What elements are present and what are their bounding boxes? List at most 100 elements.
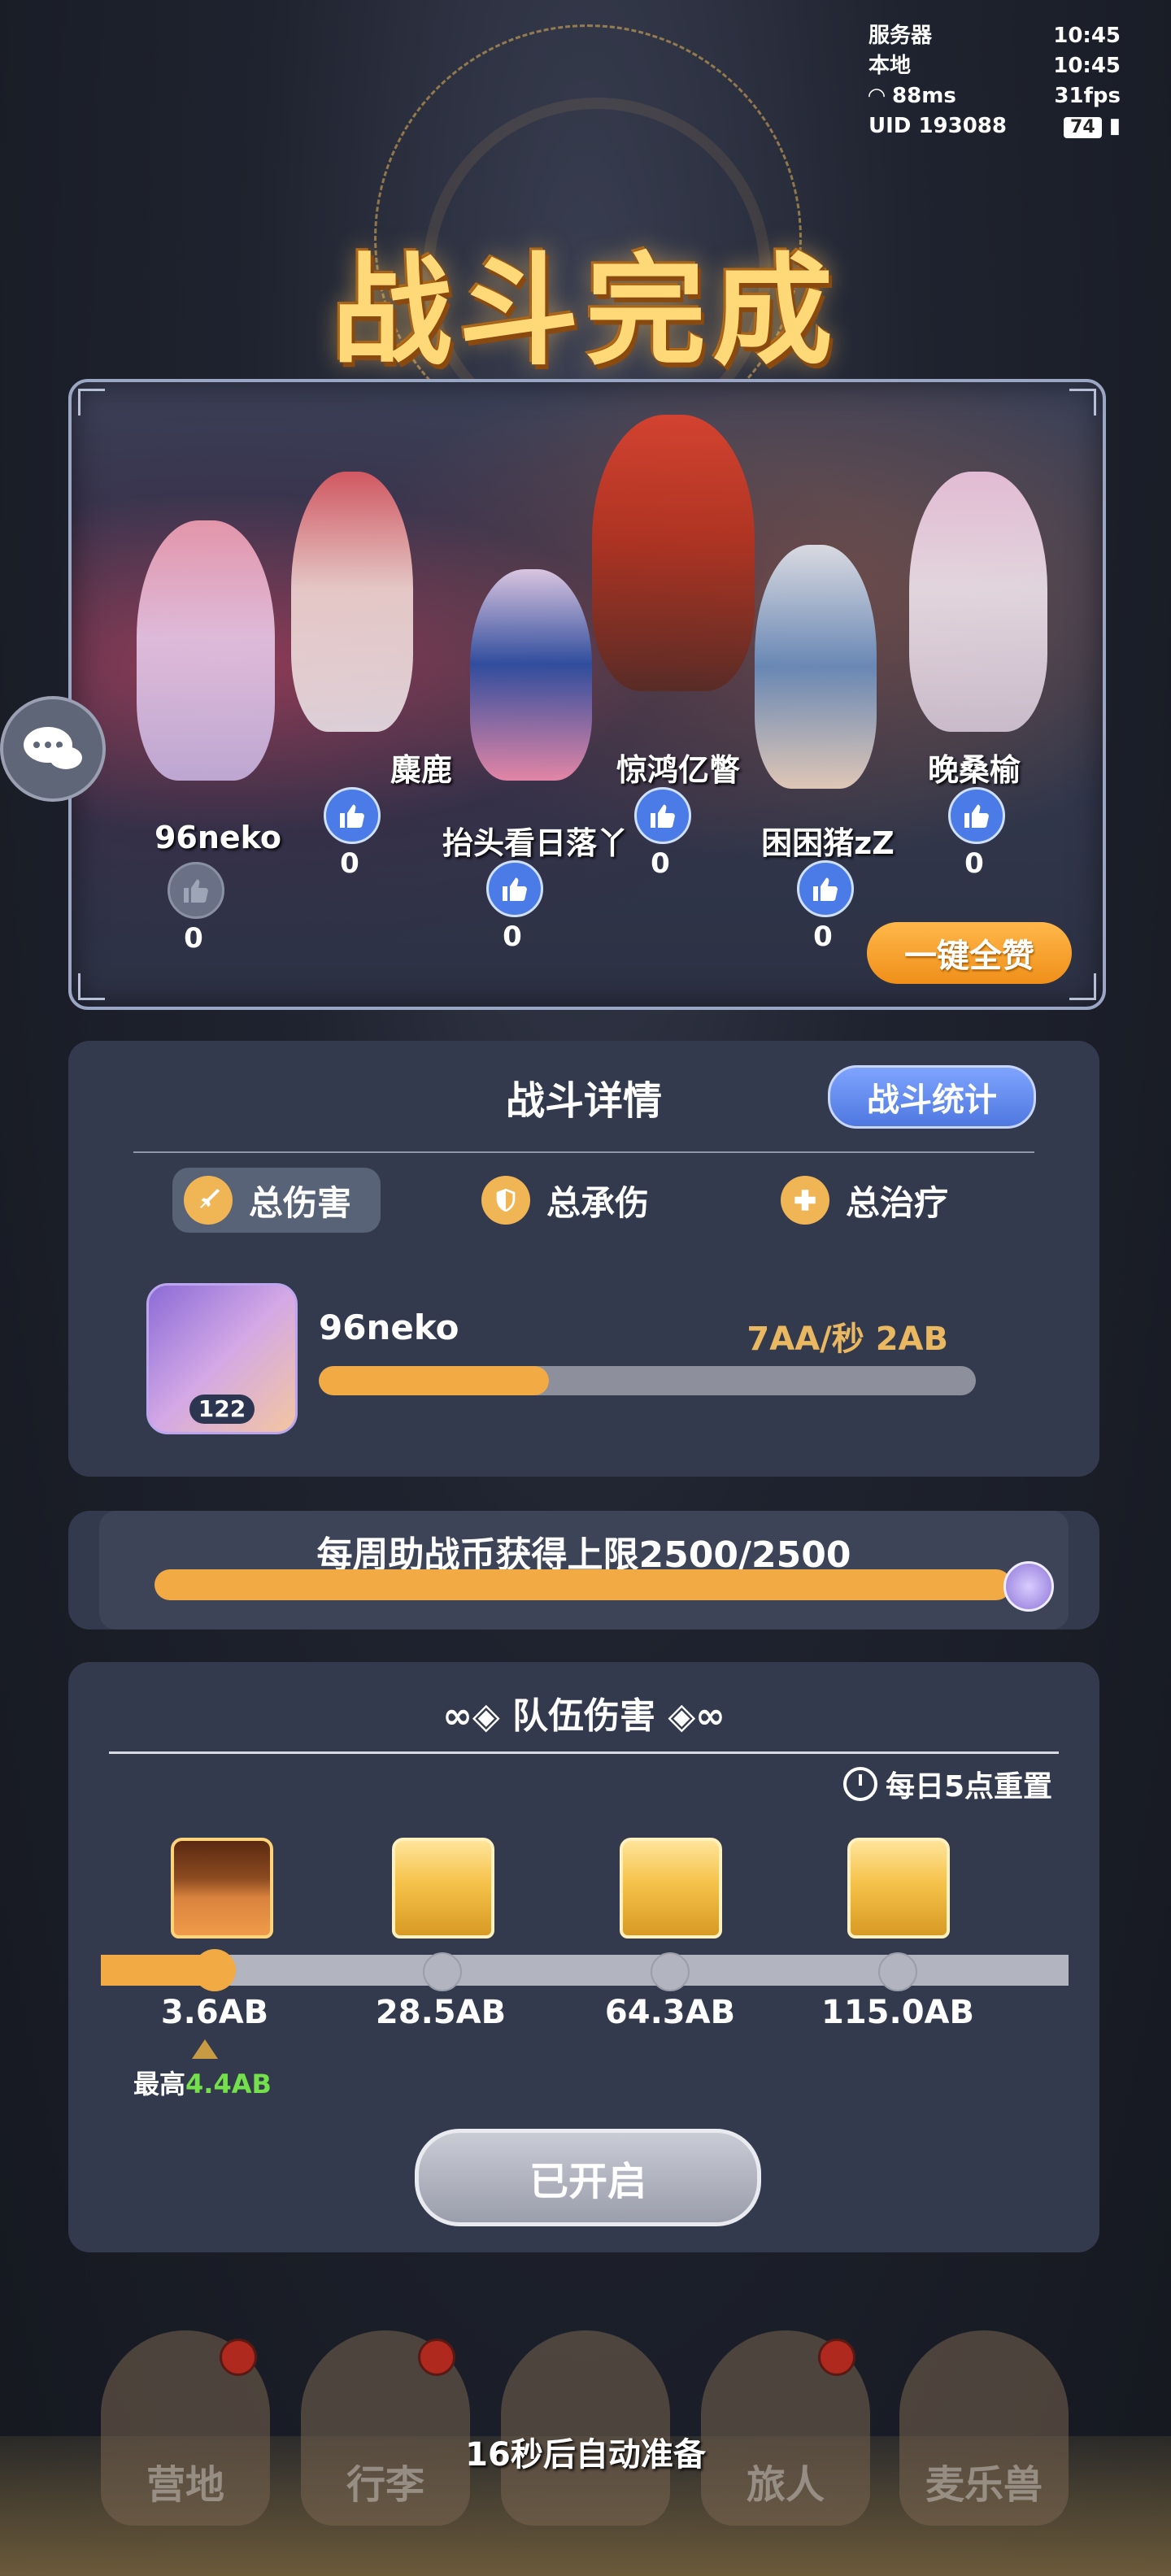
battle-details-panel: 战斗详情 战斗统计 总伤害 总承伤 总治疗 122 96neko 7AA/秒 2… <box>68 1041 1099 1477</box>
like-button[interactable] <box>634 787 691 844</box>
daily-reset-note: 每日5点重置 <box>842 1763 1052 1805</box>
notification-dot <box>818 2339 855 2376</box>
heal-cross-icon <box>781 1176 829 1225</box>
player-damage-stats: 7AA/秒 2AB <box>747 1312 948 1360</box>
tab-label: 总治疗 <box>846 1182 949 1223</box>
notification-dot <box>220 2339 257 2376</box>
damage-bar-fill <box>319 1366 549 1395</box>
member-name: 抬头看日落丫 <box>442 825 628 861</box>
team-title-label: 队伍伤害 <box>512 1695 655 1737</box>
reset-label: 每日5点重置 <box>885 1770 1052 1804</box>
player-dps: 7AA/秒 <box>747 1321 864 1358</box>
character-sprite[interactable] <box>291 472 413 732</box>
divider <box>133 1151 1034 1153</box>
best-marker-icon <box>192 2039 218 2059</box>
notification-dot <box>418 2339 455 2376</box>
reward-chest[interactable] <box>620 1838 722 1939</box>
opened-button[interactable]: 已开启 <box>415 2129 761 2226</box>
milestone-node-reached <box>194 1949 236 1991</box>
status-overlay: 服务器 10:45 本地 10:45 ◠ 88ms 31fps UID 193088 7… <box>868 21 1121 141</box>
chat-icon <box>24 727 82 769</box>
shield-icon <box>481 1176 530 1225</box>
panel-corner <box>1069 389 1096 416</box>
wifi-icon: ◠ <box>868 84 893 108</box>
server-label: 服务器 <box>868 24 933 48</box>
damage-bar <box>319 1366 976 1395</box>
uid-label: UID <box>868 114 912 138</box>
battle-complete-title: 战斗完成 <box>332 242 839 381</box>
like-count: 0 <box>340 847 359 880</box>
member-name: 晚桑榆 <box>927 752 1021 788</box>
player-name: 96neko <box>319 1308 459 1347</box>
player-total-damage: 2AB <box>875 1321 948 1358</box>
weekly-cap-bar-fill <box>155 1569 1012 1600</box>
team-damage-track <box>101 1955 1069 1986</box>
battery-indicator: 74 <box>1064 117 1102 138</box>
like-count: 0 <box>651 847 670 880</box>
thumbs-up-icon <box>651 804 675 828</box>
best-value: 4.4AB <box>185 2069 272 2100</box>
team-damage-panel: ∞◈ 队伍伤害 ◈∞ 每日5点重置 3.6AB 28.5AB 64.3AB 11… <box>68 1662 1099 2252</box>
divider <box>109 1751 1059 1754</box>
character-sprite[interactable] <box>909 472 1047 732</box>
best-label: 最高 <box>133 2069 186 2100</box>
player-level-badge: 122 <box>189 1395 255 1424</box>
chat-button[interactable] <box>0 696 106 802</box>
tab-total-taken[interactable]: 总承伤 <box>481 1168 649 1233</box>
ornament-left-icon: ∞◈ <box>442 1695 512 1737</box>
member-name: 惊鸿亿瞥 <box>616 752 740 788</box>
panel-corner <box>1069 973 1096 1000</box>
character-sprite[interactable] <box>137 520 275 781</box>
milestone-value: 28.5AB <box>375 1994 507 2031</box>
character-sprite[interactable] <box>592 415 755 691</box>
server-time: 10:45 <box>1053 24 1121 48</box>
ping-value: 88ms <box>892 84 956 108</box>
member-name: 困困猪zZ <box>761 825 895 861</box>
reward-chest[interactable] <box>847 1838 950 1939</box>
milestone-value: 3.6AB <box>160 1994 269 2031</box>
like-count: 0 <box>813 920 833 953</box>
thumbs-up-icon <box>340 804 364 828</box>
assist-coin-icon <box>1003 1561 1054 1612</box>
like-button[interactable] <box>324 787 381 844</box>
best-record: 最高4.4AB <box>133 2064 272 2101</box>
tab-total-healing[interactable]: 总治疗 <box>781 1168 948 1233</box>
like-button[interactable] <box>797 860 854 917</box>
ornament-right-icon: ◈∞ <box>655 1695 725 1737</box>
tab-total-damage[interactable]: 总伤害 <box>172 1168 381 1233</box>
thumbs-up-icon <box>184 879 208 903</box>
uid-value: 193088 <box>918 114 1007 138</box>
weekly-cap-bar <box>155 1569 1012 1600</box>
like-count: 0 <box>184 922 203 955</box>
battery-icon: ▮ <box>1101 114 1121 138</box>
milestone-node <box>651 1952 690 1991</box>
panel-corner <box>78 973 105 1000</box>
reward-chest-opened[interactable] <box>171 1838 273 1939</box>
like-button[interactable] <box>948 787 1005 844</box>
like-count: 0 <box>964 847 984 880</box>
battle-stats-button[interactable]: 战斗统计 <box>828 1065 1036 1129</box>
thumbs-up-icon <box>964 804 989 828</box>
sword-icon <box>184 1176 233 1225</box>
weekly-cap-panel: 每周助战币获得上限2500/2500 <box>68 1511 1099 1630</box>
thumbs-up-icon <box>813 877 838 901</box>
player-avatar[interactable]: 122 <box>146 1283 298 1434</box>
tab-label: 总承伤 <box>546 1182 650 1223</box>
tab-label: 总伤害 <box>249 1182 352 1223</box>
member-name: 96neko <box>154 820 282 855</box>
milestone-value: 64.3AB <box>604 1994 736 2031</box>
clock-icon <box>842 1767 877 1801</box>
auto-ready-countdown: 16秒后自动准备 <box>465 2436 706 2474</box>
like-button[interactable] <box>486 860 543 917</box>
like-button[interactable] <box>168 862 224 919</box>
local-label: 本地 <box>868 54 912 78</box>
like-all-button[interactable]: 一键全赞 <box>867 922 1072 984</box>
milestone-node <box>423 1952 462 1991</box>
member-name: 麋鹿 <box>390 752 452 788</box>
local-time: 10:45 <box>1053 54 1121 78</box>
milestone-value: 115.0AB <box>821 1994 974 2031</box>
like-count: 0 <box>503 920 522 953</box>
party-panel: 96neko 0 麋鹿 0 抬头看日落丫 0 惊鸿亿瞥 0 困困猪zZ 0 晚桑… <box>68 379 1106 1010</box>
reward-chest[interactable] <box>392 1838 494 1939</box>
panel-corner <box>78 389 105 416</box>
